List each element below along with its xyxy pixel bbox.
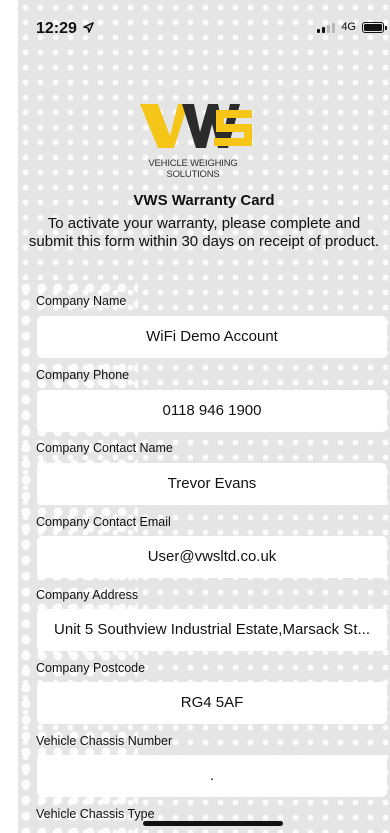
company-contact-name-label: Company Contact Name <box>36 441 173 455</box>
company-name-label: Company Name <box>36 294 127 308</box>
company-postcode-input[interactable]: RG4 5AF <box>37 682 387 724</box>
app-screen: 12:29 4G VEHICLE WEIGHING SOLUTIONS VWS … <box>18 0 390 833</box>
status-bar: 12:29 4G <box>18 0 390 54</box>
location-arrow-icon <box>83 22 95 33</box>
company-phone-input[interactable]: 0118 946 1900 <box>37 390 387 432</box>
vws-logo: VEHICLE WEIGHING SOLUTIONS <box>128 96 258 180</box>
page-title: VWS Warranty Card <box>133 192 275 209</box>
logo-caption: VEHICLE WEIGHING SOLUTIONS <box>148 158 238 180</box>
company-postcode-label: Company Postcode <box>36 661 146 675</box>
company-contact-email-label: Company Contact Email <box>36 515 171 529</box>
status-indicators: 4G <box>317 21 387 33</box>
cellular-signal-icon <box>317 22 336 33</box>
battery-icon <box>362 21 387 33</box>
company-address-label: Company Address <box>36 588 139 602</box>
intro-text: To activate your warranty, please comple… <box>28 215 380 250</box>
vehicle-chassis-type-label: Vehicle Chassis Type <box>36 807 155 821</box>
status-time: 12:29 <box>36 20 95 38</box>
vehicle-chassis-number-label: Vehicle Chassis Number <box>36 734 173 748</box>
company-phone-label: Company Phone <box>36 368 130 382</box>
company-name-input[interactable]: WiFi Demo Account <box>37 316 387 358</box>
home-indicator[interactable] <box>143 821 283 826</box>
company-address-input[interactable]: Unit 5 Southview Industrial Estate,Marsa… <box>37 609 387 651</box>
company-contact-name-input[interactable]: Trevor Evans <box>37 463 387 505</box>
clock-text: 12:29 <box>36 20 77 37</box>
company-contact-email-input[interactable]: User@vwsltd.co.uk <box>37 536 387 578</box>
network-type: 4G <box>341 21 356 33</box>
vehicle-chassis-number-input[interactable]: . <box>37 755 387 797</box>
vws-logo-mark <box>140 104 252 148</box>
